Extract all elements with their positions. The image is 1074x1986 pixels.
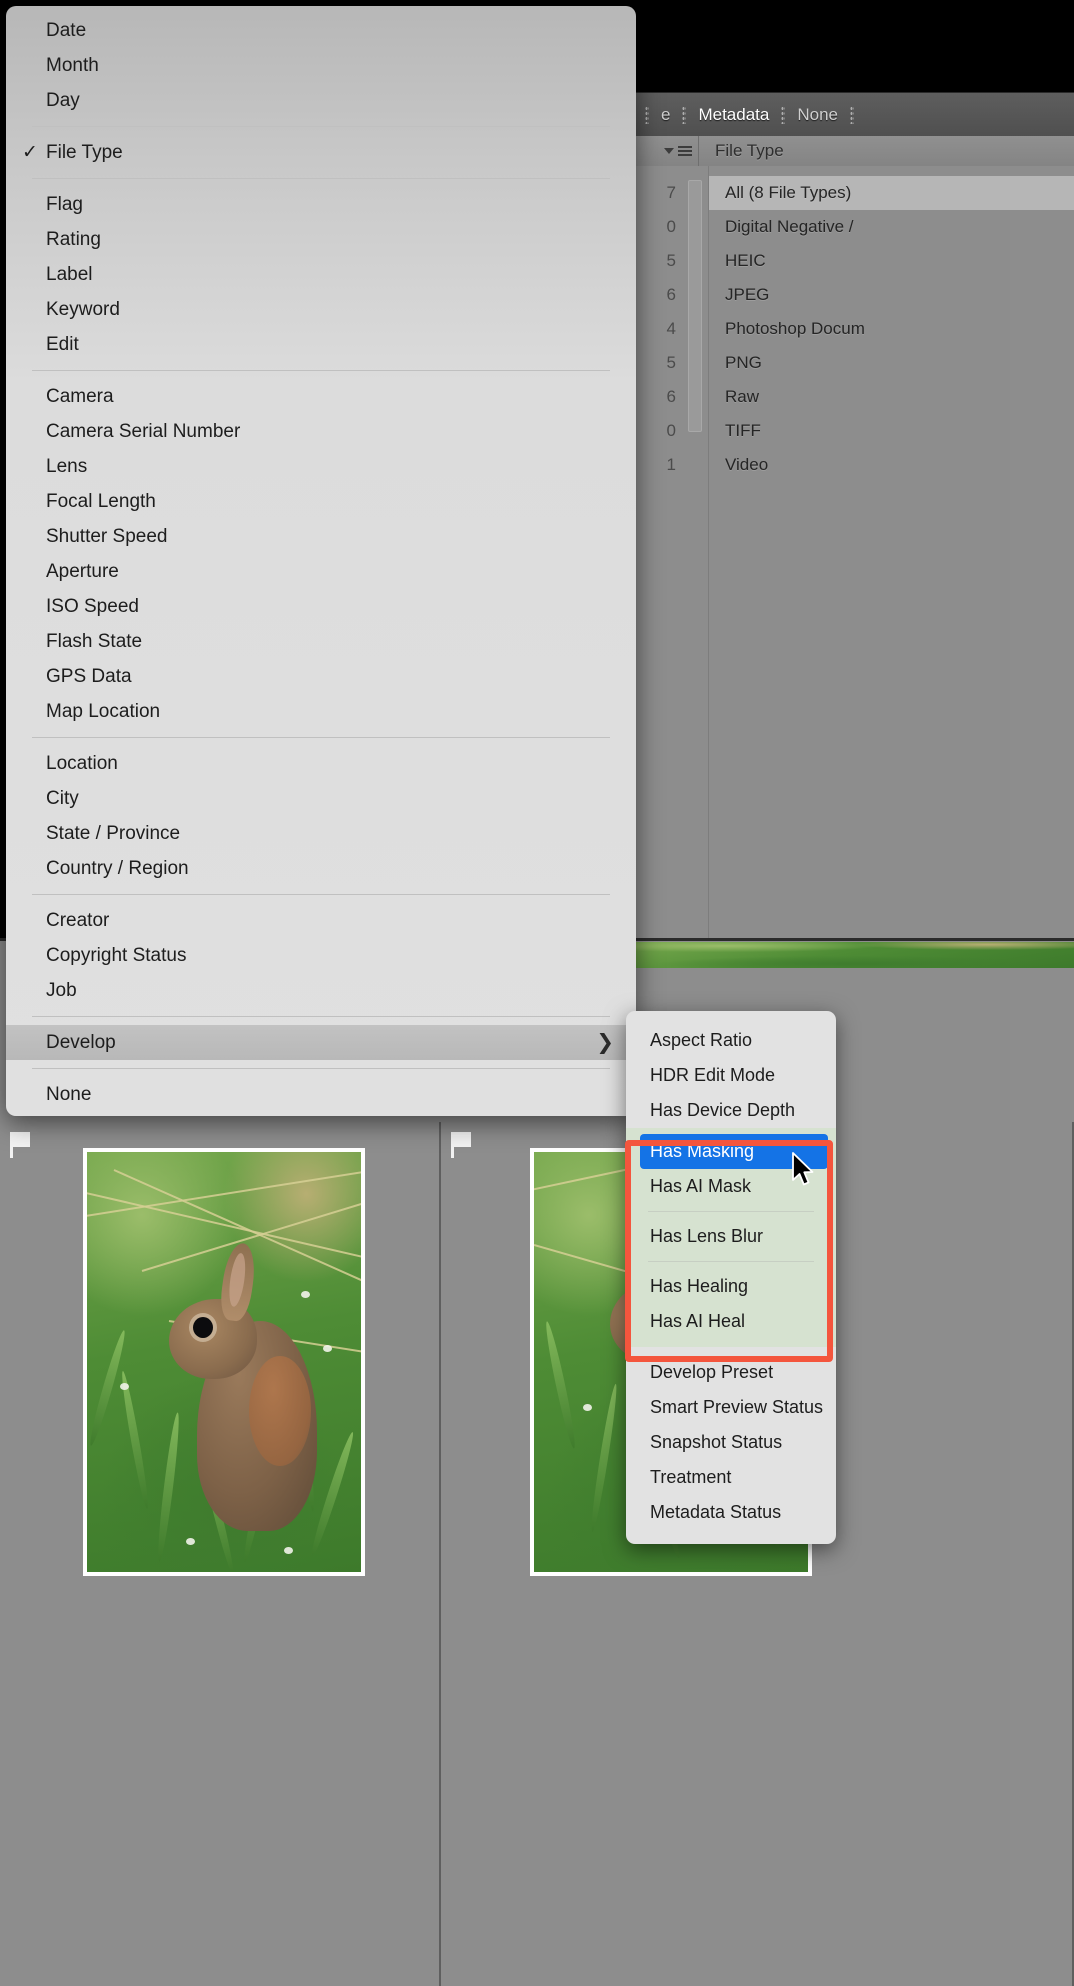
menu-item-lens[interactable]: Lens — [6, 449, 636, 484]
filter-count-column: 7 0 5 6 4 5 6 0 1 — [636, 166, 682, 938]
menu-item-location[interactable]: Location — [6, 746, 636, 781]
menu-item-rating[interactable]: Rating — [6, 222, 636, 257]
submenu-item-develop-preset[interactable]: Develop Preset — [626, 1355, 836, 1390]
menu-separator — [32, 737, 610, 738]
menu-item-develop[interactable]: Develop ❯ — [6, 1025, 636, 1060]
filter-count: 0 — [666, 217, 676, 236]
hamburger-icon[interactable] — [678, 146, 692, 156]
filter-row-jpeg[interactable]: JPEG — [709, 278, 1074, 312]
column-header-title: File Type — [698, 136, 1074, 166]
filter-row-all[interactable]: All (8 File Types) — [709, 176, 1074, 210]
filter-row-png[interactable]: PNG — [709, 346, 1074, 380]
menu-item-focal-length[interactable]: Focal Length — [6, 484, 636, 519]
file-type-filter-list: 7 0 5 6 4 5 6 0 1 All (8 File Types) Dig… — [636, 166, 1074, 938]
submenu-item-has-healing[interactable]: Has Healing — [626, 1269, 836, 1304]
filter-row-psd[interactable]: Photoshop Docum — [709, 312, 1074, 346]
filter-count: 7 — [666, 183, 676, 202]
filter-count: 5 — [666, 353, 676, 372]
menu-item-none[interactable]: None — [6, 1077, 636, 1112]
filter-row-tiff[interactable]: TIFF — [709, 414, 1074, 448]
chevron-right-icon: ❯ — [596, 1031, 614, 1054]
menu-item-aperture[interactable]: Aperture — [6, 554, 636, 589]
submenu-separator — [648, 1211, 814, 1212]
module-item-e[interactable]: e — [658, 105, 673, 125]
menu-item-date[interactable]: Date — [6, 13, 636, 48]
develop-submenu[interactable]: Aspect Ratio HDR Edit Mode Has Device De… — [626, 1011, 836, 1544]
filter-count: 6 — [666, 285, 676, 304]
menu-item-flag[interactable]: Flag — [6, 187, 636, 222]
menu-separator — [32, 370, 610, 371]
menu-item-country-region[interactable]: Country / Region — [6, 851, 636, 886]
menu-item-iso-speed[interactable]: ISO Speed — [6, 589, 636, 624]
menu-item-city[interactable]: City — [6, 781, 636, 816]
menu-item-file-type[interactable]: File Type — [6, 135, 636, 170]
mouse-pointer-icon — [792, 1152, 814, 1186]
column-header: File Type — [636, 136, 1074, 167]
menu-item-flash-state[interactable]: Flash State — [6, 624, 636, 659]
filter-row-dng[interactable]: Digital Negative / — [709, 210, 1074, 244]
drag-handle-dots-icon[interactable] — [682, 106, 687, 124]
grid-cell[interactable] — [0, 1122, 442, 1986]
menu-separator — [32, 1016, 610, 1017]
module-item-metadata[interactable]: Metadata — [695, 105, 772, 125]
metadata-filter-dropdown-menu[interactable]: Date Month Day File Type Flag Rating Lab… — [6, 6, 636, 1116]
menu-item-camera[interactable]: Camera — [6, 379, 636, 414]
menu-item-state-province[interactable]: State / Province — [6, 816, 636, 851]
menu-item-label[interactable]: Label — [6, 257, 636, 292]
menu-separator — [32, 178, 610, 179]
filter-count: 4 — [666, 319, 676, 338]
filter-list-scrollbar[interactable] — [682, 166, 708, 938]
submenu-separator — [648, 1261, 814, 1262]
module-item-none[interactable]: None — [794, 105, 841, 125]
menu-item-creator[interactable]: Creator — [6, 903, 636, 938]
submenu-item-metadata-status[interactable]: Metadata Status — [626, 1495, 836, 1530]
submenu-item-has-ai-heal[interactable]: Has AI Heal — [626, 1304, 836, 1339]
flag-icon[interactable] — [451, 1132, 473, 1158]
menu-separator — [32, 126, 610, 127]
menu-item-copyright-status[interactable]: Copyright Status — [6, 938, 636, 973]
module-bar: e Metadata None — [636, 92, 1074, 137]
menu-item-shutter-speed[interactable]: Shutter Speed — [6, 519, 636, 554]
triangle-down-icon[interactable] — [664, 148, 674, 154]
menu-item-camera-serial-number[interactable]: Camera Serial Number — [6, 414, 636, 449]
submenu-item-treatment[interactable]: Treatment — [626, 1460, 836, 1495]
filter-count: 1 — [666, 455, 676, 474]
filter-count: 0 — [666, 421, 676, 440]
filter-row-heic[interactable]: HEIC — [709, 244, 1074, 278]
menu-item-edit[interactable]: Edit — [6, 327, 636, 362]
menu-item-month[interactable]: Month — [6, 48, 636, 83]
grass-texture — [636, 942, 1074, 968]
filter-row-video[interactable]: Video — [709, 448, 1074, 482]
menu-separator — [32, 1068, 610, 1069]
filter-count: 5 — [666, 251, 676, 270]
filter-name-column: All (8 File Types) Digital Negative / HE… — [708, 166, 1074, 938]
thumbnail-strip-sliver — [636, 942, 1074, 968]
filter-count: 6 — [666, 387, 676, 406]
drag-handle-dots-icon[interactable] — [781, 106, 786, 124]
thumbnail-photo[interactable] — [83, 1148, 365, 1576]
submenu-item-has-device-depth[interactable]: Has Device Depth — [626, 1093, 836, 1128]
menu-item-job[interactable]: Job — [6, 973, 636, 1008]
menu-item-map-location[interactable]: Map Location — [6, 694, 636, 729]
grass-texture — [87, 1152, 361, 1572]
column-header-controls[interactable] — [636, 146, 698, 156]
scrollbar-thumb[interactable] — [688, 180, 702, 432]
submenu-item-snapshot-status[interactable]: Snapshot Status — [626, 1425, 836, 1460]
submenu-item-smart-preview-status[interactable]: Smart Preview Status — [626, 1390, 836, 1425]
menu-item-gps-data[interactable]: GPS Data — [6, 659, 636, 694]
flag-icon[interactable] — [10, 1132, 32, 1158]
submenu-item-has-lens-blur[interactable]: Has Lens Blur — [626, 1219, 836, 1254]
drag-handle-dots-icon[interactable] — [850, 106, 854, 124]
submenu-item-aspect-ratio[interactable]: Aspect Ratio — [626, 1023, 836, 1058]
menu-item-day[interactable]: Day — [6, 83, 636, 118]
drag-handle-dots-icon[interactable] — [645, 106, 649, 124]
menu-separator — [32, 894, 610, 895]
submenu-item-hdr-edit-mode[interactable]: HDR Edit Mode — [626, 1058, 836, 1093]
menu-item-keyword[interactable]: Keyword — [6, 292, 636, 327]
filter-row-raw[interactable]: Raw — [709, 380, 1074, 414]
top-bar — [636, 0, 1074, 88]
menu-item-develop-label: Develop — [46, 1032, 116, 1053]
grid-cells — [0, 1122, 1074, 1986]
